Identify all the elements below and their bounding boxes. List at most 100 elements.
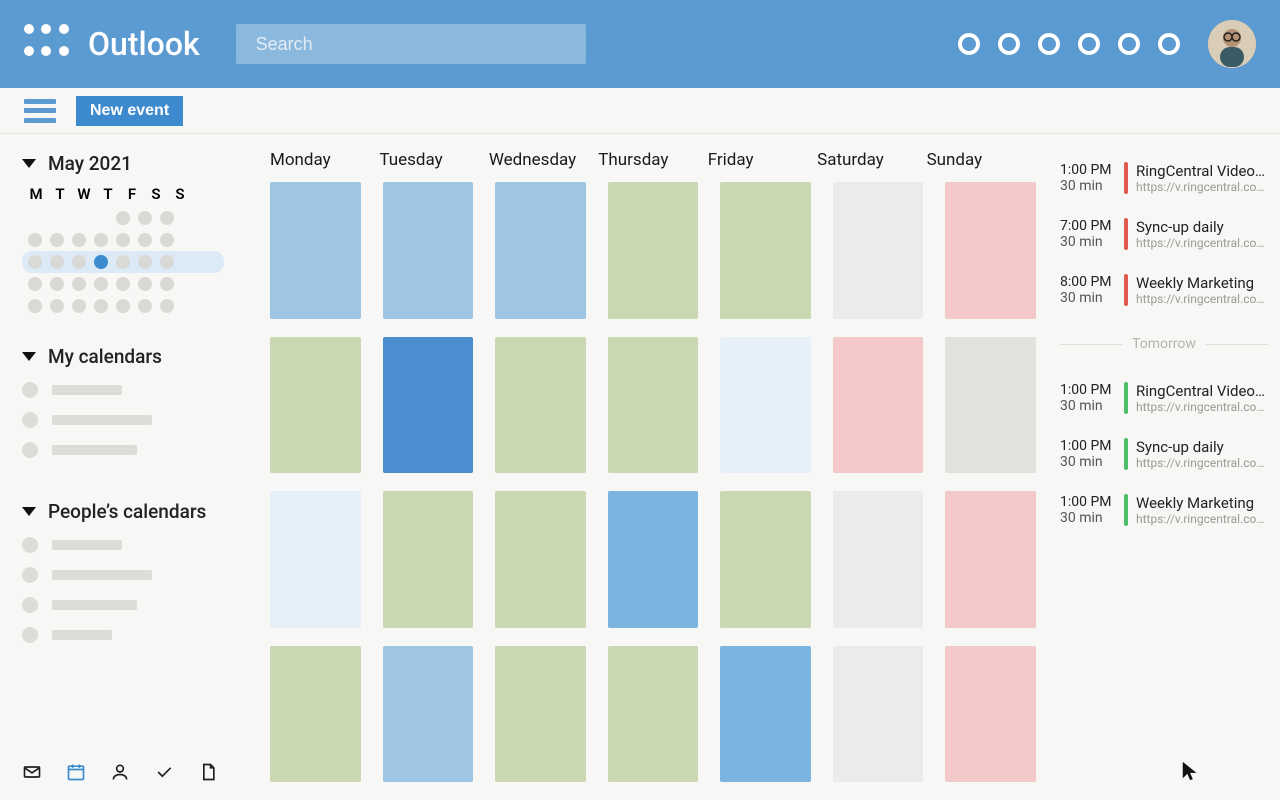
cursor-icon — [1180, 760, 1202, 782]
calendar-cell[interactable] — [833, 182, 924, 319]
calendar-item[interactable] — [22, 537, 218, 553]
mini-calendar-row[interactable] — [28, 229, 218, 251]
mini-calendar-dow: M — [28, 185, 44, 203]
calendar-day-header: Wednesday — [489, 150, 598, 170]
calendar-grid-header: MondayTuesdayWednesdayThursdayFridaySatu… — [240, 134, 1036, 182]
agenda-item[interactable]: 8:00 PM30 minWeekly Marketinghttps://v.r… — [1060, 274, 1268, 306]
calendar-cell[interactable] — [833, 646, 924, 783]
mini-calendar-dow: S — [148, 185, 164, 203]
agenda-item[interactable]: 1:00 PM30 minSync-up dailyhttps://v.ring… — [1060, 438, 1268, 470]
header-action-icon[interactable] — [1038, 33, 1060, 55]
calendar-cell[interactable] — [495, 646, 586, 783]
calendar-cell[interactable] — [383, 646, 474, 783]
calendar-cell[interactable] — [495, 491, 586, 628]
agenda-divider: Tomorrow — [1060, 336, 1268, 352]
header-action-icon[interactable] — [1158, 33, 1180, 55]
calendar-cell[interactable] — [720, 337, 811, 474]
app-title: Outlook — [88, 25, 200, 63]
calendar-item[interactable] — [22, 412, 218, 428]
header-action-icon[interactable] — [998, 33, 1020, 55]
my-calendars-toggle[interactable]: My calendars — [22, 345, 218, 368]
calendar-cell[interactable] — [270, 182, 361, 319]
calendar-cell[interactable] — [608, 646, 699, 783]
agenda-title: Weekly Marketing — [1136, 494, 1268, 512]
calendar-grid-wrap: MondayTuesdayWednesdayThursdayFridaySatu… — [240, 134, 1048, 800]
calendar-day-header: Tuesday — [379, 150, 488, 170]
calendar-cell[interactable] — [720, 646, 811, 783]
agenda-color-bar — [1124, 274, 1128, 306]
calendar-area: MondayTuesdayWednesdayThursdayFridaySatu… — [240, 134, 1280, 800]
mini-calendar-dow: F — [124, 185, 140, 203]
user-avatar[interactable] — [1208, 20, 1256, 68]
calendar-item[interactable] — [22, 627, 218, 643]
calendar-cell[interactable] — [833, 491, 924, 628]
todo-icon[interactable] — [154, 759, 174, 785]
header-action-icon[interactable] — [958, 33, 980, 55]
agenda-time: 7:00 PM30 min — [1060, 218, 1116, 250]
calendar-cell[interactable] — [608, 182, 699, 319]
chevron-down-icon — [22, 507, 36, 516]
calendar-icon[interactable] — [66, 759, 86, 785]
mini-calendar-row[interactable] — [28, 295, 218, 317]
agenda-color-bar — [1124, 218, 1128, 250]
mini-calendar-dow: T — [100, 185, 116, 203]
calendar-item[interactable] — [22, 567, 218, 583]
mini-calendar-dow: W — [76, 185, 92, 203]
search-box[interactable] — [236, 24, 586, 64]
people-icon[interactable] — [110, 759, 130, 785]
files-icon[interactable] — [198, 759, 218, 785]
agenda-item[interactable]: 1:00 PM30 minRingCentral Video…https://v… — [1060, 162, 1268, 194]
calendar-cell[interactable] — [608, 491, 699, 628]
calendar-cell[interactable] — [945, 646, 1036, 783]
calendar-cell[interactable] — [833, 337, 924, 474]
app-launcher-icon[interactable] — [24, 24, 72, 64]
agenda-panel: 1:00 PM30 minRingCentral Video…https://v… — [1048, 134, 1280, 800]
calendar-item[interactable] — [22, 442, 218, 458]
agenda-link: https://v.ringcentral.com/jo… — [1136, 236, 1268, 250]
month-toggle[interactable]: May 2021 — [22, 152, 218, 175]
calendar-cell[interactable] — [270, 491, 361, 628]
header-action-icon[interactable] — [1118, 33, 1140, 55]
calendar-cell[interactable] — [720, 491, 811, 628]
agenda-title: Sync-up daily — [1136, 438, 1268, 456]
calendar-cell[interactable] — [945, 491, 1036, 628]
mini-calendar-row-current[interactable] — [22, 251, 224, 273]
sidebar: May 2021 MTWTFSS — [0, 134, 240, 800]
calendar-cell[interactable] — [945, 182, 1036, 319]
new-event-button[interactable]: New event — [76, 96, 183, 126]
agenda-color-bar — [1124, 438, 1128, 470]
agenda-content: Weekly Marketinghttps://v.ringcentral.co… — [1136, 494, 1268, 526]
peoples-calendars-toggle[interactable]: People’s calendars — [22, 500, 218, 523]
calendar-item[interactable] — [22, 382, 218, 398]
header-action-icon[interactable] — [1078, 33, 1100, 55]
chevron-down-icon — [22, 159, 36, 168]
mini-calendar-today[interactable] — [94, 255, 108, 269]
agenda-content: Sync-up dailyhttps://v.ringcentral.com/j… — [1136, 438, 1268, 470]
agenda-item[interactable]: 7:00 PM30 minSync-up dailyhttps://v.ring… — [1060, 218, 1268, 250]
agenda-item[interactable]: 1:00 PM30 minRingCentral Video…https://v… — [1060, 382, 1268, 414]
calendar-cell[interactable] — [495, 182, 586, 319]
calendar-cell[interactable] — [720, 182, 811, 319]
calendar-cell[interactable] — [270, 646, 361, 783]
calendar-cell[interactable] — [383, 182, 474, 319]
calendar-cell[interactable] — [945, 337, 1036, 474]
calendar-grid[interactable] — [240, 182, 1036, 800]
mini-calendar-row[interactable] — [28, 207, 218, 229]
calendar-day-header: Monday — [270, 150, 379, 170]
month-section: May 2021 MTWTFSS — [22, 152, 218, 317]
mini-calendar[interactable]: MTWTFSS — [22, 185, 218, 317]
calendar-cell[interactable] — [270, 337, 361, 474]
agenda-item[interactable]: 1:00 PM30 minWeekly Marketinghttps://v.r… — [1060, 494, 1268, 526]
mini-calendar-row[interactable] — [28, 273, 218, 295]
search-input[interactable] — [256, 34, 566, 55]
month-label: May 2021 — [48, 152, 132, 175]
mail-icon[interactable] — [22, 759, 42, 785]
calendar-item[interactable] — [22, 597, 218, 613]
agenda-color-bar — [1124, 494, 1128, 526]
calendar-cell[interactable] — [608, 337, 699, 474]
calendar-cell[interactable] — [495, 337, 586, 474]
mini-calendar-dow: T — [52, 185, 68, 203]
calendar-cell[interactable] — [383, 337, 474, 474]
calendar-cell[interactable] — [383, 491, 474, 628]
menu-icon[interactable] — [24, 99, 56, 123]
